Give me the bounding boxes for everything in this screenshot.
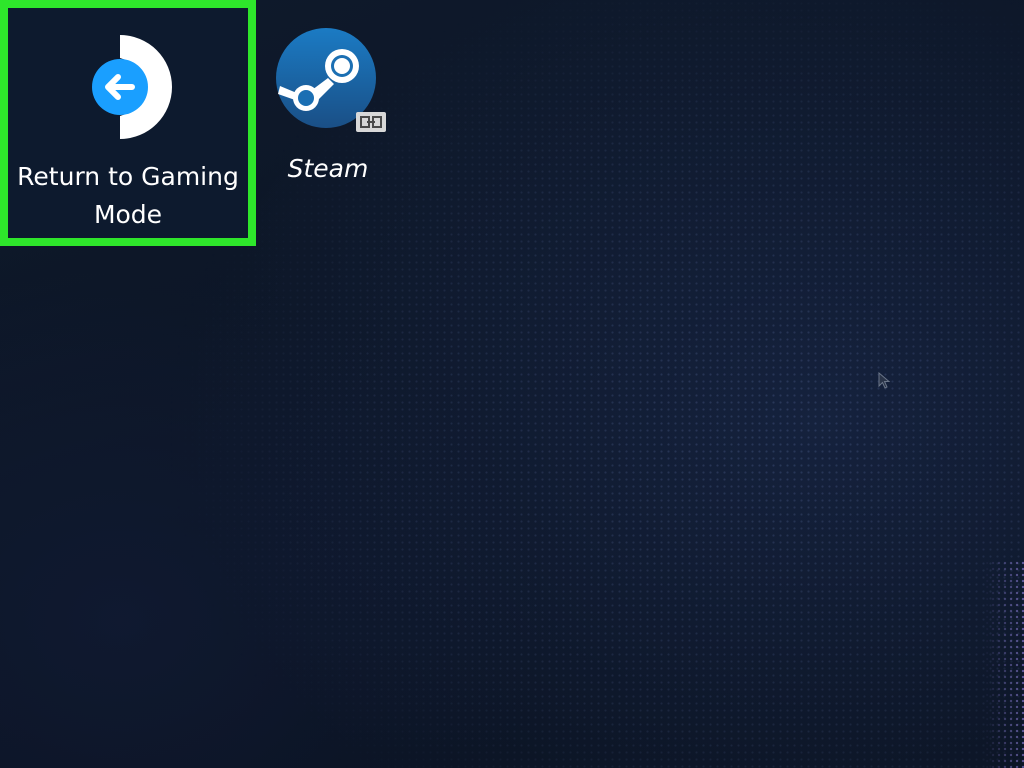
return-label-text: Return to Gaming Mode [17,162,239,229]
desktop-icon-label: Return to Gaming Mode [8,158,248,234]
desktop-icon-label: Steam [268,150,388,188]
mouse-cursor-icon [878,372,891,389]
shortcut-badge-icon [356,112,386,132]
wallpaper-edge-glow [984,560,1024,768]
return-arrow-icon [92,35,172,139]
desktop[interactable]: Return to Gaming Mode Steam [0,0,1024,768]
steam-label-text: Steam [287,154,369,183]
desktop-icon-return-to-gaming-mode[interactable]: Return to Gaming Mode [0,0,256,246]
desktop-icon-steam[interactable]: Steam [268,20,388,200]
